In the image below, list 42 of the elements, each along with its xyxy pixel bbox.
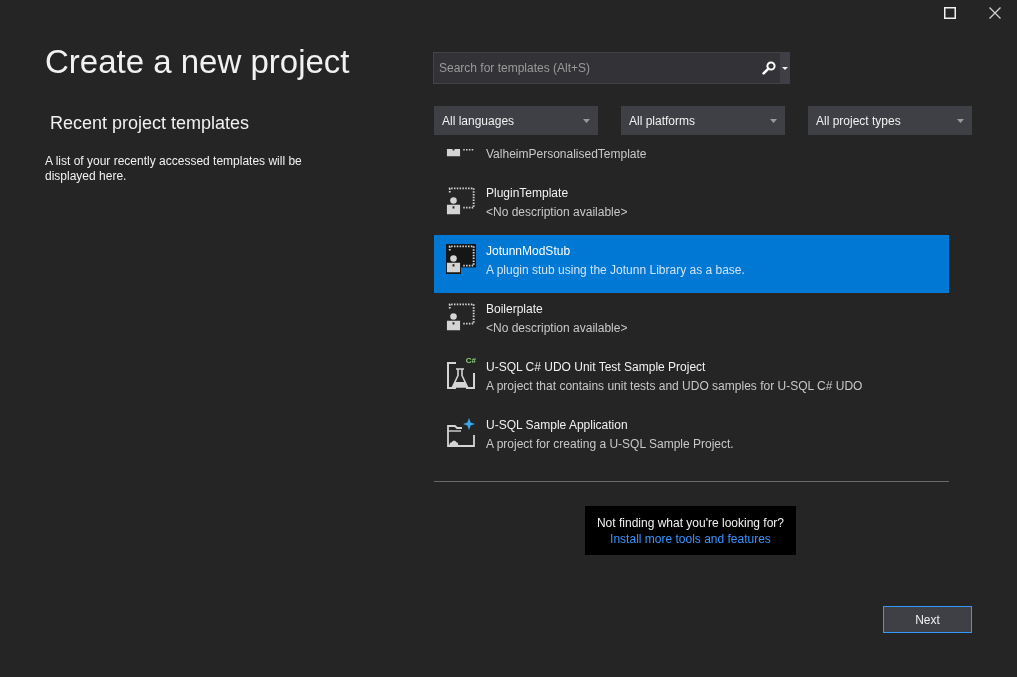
filter-dropdown[interactable]: All platforms [621,106,785,135]
search-icon [762,61,776,75]
filter-dropdown[interactable]: All project types [808,106,972,135]
template-name: U-SQL C# UDO Unit Test Sample Project [486,359,707,375]
page-title: Create a new project [45,42,351,82]
template-list-item[interactable]: ValheimPersonalisedTemplate [434,149,949,177]
filter-dropdown[interactable]: All languages [434,106,598,135]
caret-icon [957,118,964,123]
recent-templates-heading: Recent project templates [50,112,251,134]
help-prompt: Not finding what you're looking for? [596,515,785,531]
close-icon [989,6,1001,19]
next-button[interactable]: Next [883,606,972,633]
maximize-icon [944,6,956,19]
template-list-item[interactable]: C# U-SQL C# UDO Unit Test Sample Project A project that contains unit tests and UDO samples for U-SQL C# UDO [434,351,949,409]
template-name: JotunnModStub [486,243,572,259]
recent-templates-message: A list of your recently accessed templates will be displayed here. [45,154,303,184]
install-tools-link[interactable]: Install more tools and features [610,531,771,547]
template-description: <No description available> [486,204,628,220]
caret-icon [782,66,788,70]
caret-icon [583,118,590,123]
template-list-item[interactable]: PluginTemplate <No description available> [434,177,949,235]
template-description: ValheimPersonalisedTemplate [486,149,647,162]
search-button[interactable] [758,52,780,84]
search-options-button[interactable] [780,52,790,84]
flask-icon [446,360,476,390]
folder-sparkle-icon [446,418,476,448]
caret-icon [770,118,777,123]
template-description: A project for creating a U-SQL Sample Project. [486,436,734,452]
template-list-item[interactable]: U-SQL Sample Application A project for creating a U-SQL Sample Project. [434,409,949,467]
template-name: Boilerplate [486,301,544,317]
template-list-item[interactable]: JotunnModStub A plugin stub using the Jotunn Library as a base. [434,235,949,293]
template-list-item[interactable]: Boilerplate <No description available> [434,293,949,351]
template-description: <No description available> [486,320,628,336]
template-description: A plugin stub using the Jotunn Library as a base. [486,262,745,278]
template-name: U-SQL Sample Application [486,417,629,433]
person-frame-icon [446,244,476,274]
template-description: A project that contains unit tests and UDO samples for U-SQL C# UDO [486,378,863,394]
language-label: C# [464,356,477,365]
search-field[interactable]: Search for templates (Alt+S) [433,52,758,84]
person-frame-icon [446,302,476,332]
template-name: PluginTemplate [486,185,570,201]
person-frame-icon [446,186,476,216]
